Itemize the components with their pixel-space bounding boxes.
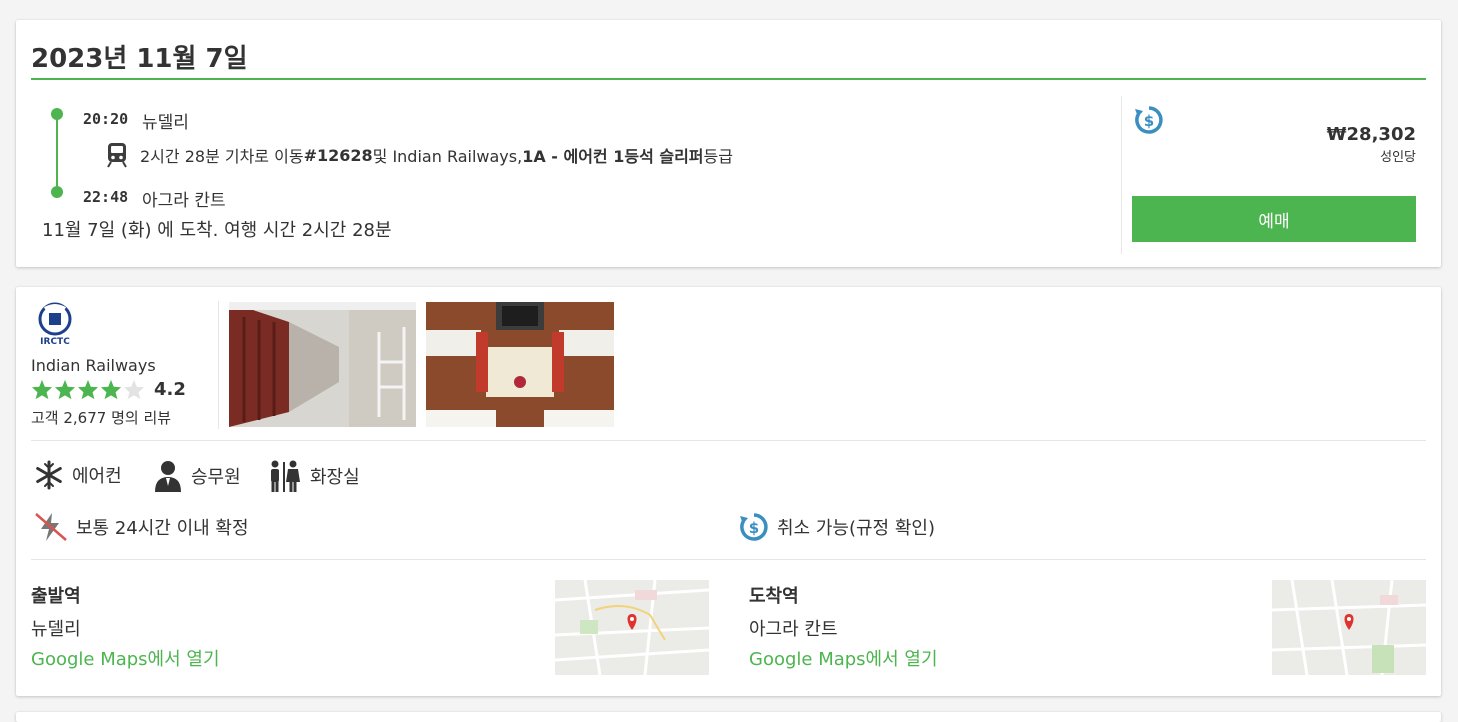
train-class-suffix: 등급 xyxy=(703,147,733,166)
irctc-logo: IRCTC xyxy=(35,301,75,351)
book-button[interactable]: 예매 xyxy=(1132,196,1416,242)
svg-text:IRCTC: IRCTC xyxy=(40,337,70,347)
rating-value: 4.2 xyxy=(154,379,186,400)
arrival-station: 아그라 칸트 xyxy=(142,191,226,211)
person-icon xyxy=(155,461,181,492)
arrival-map[interactable] xyxy=(1272,580,1426,675)
refund-icon[interactable]: $ xyxy=(1134,105,1164,139)
star-icon xyxy=(77,379,99,400)
amenity-attendant-label: 승무원 xyxy=(191,467,241,488)
refund-icon: $ xyxy=(740,513,768,541)
arrival-dot xyxy=(51,186,63,198)
rating-stars: 4.2 xyxy=(31,379,186,400)
departure-station-name: 뉴델리 xyxy=(31,619,81,640)
departure-station: 뉴델리 xyxy=(142,113,189,133)
star-empty-icon xyxy=(123,379,145,400)
timeline-line xyxy=(56,114,58,192)
review-count: 고객 2,677 명의 리뷰 xyxy=(31,409,172,427)
journey-card: 2023년 11월 7일 20:20 뉴델리 2시간 28분 기차로 이동 #1… xyxy=(16,20,1441,267)
arrival-note: 11월 7일 (화) 에 도착. 여행 시간 2시간 28분 xyxy=(42,220,392,241)
departure-dot xyxy=(51,108,63,120)
snowflake-icon xyxy=(36,460,62,490)
feature-cancellation: $ 취소 가능(규정 확인) xyxy=(739,512,935,542)
amenity-restroom-label: 화장실 xyxy=(310,467,360,488)
arrival-station-heading: 도착역 xyxy=(749,586,799,607)
departure-station-heading: 출발역 xyxy=(31,586,81,607)
train-photo-corridor[interactable] xyxy=(229,302,416,427)
operator-name: Indian Railways xyxy=(31,356,156,375)
amenity-attendant: 승무원 xyxy=(153,460,241,492)
section-divider xyxy=(31,440,1426,441)
train-info: 2시간 28분 기차로 이동 #12628 및 Indian Railways,… xyxy=(106,142,733,168)
star-icon xyxy=(54,379,76,400)
train-operator-text: 및 Indian Railways, xyxy=(372,147,523,166)
feature-confirmation: 보통 24시간 이내 확정 xyxy=(34,512,249,542)
confirmation-text: 보통 24시간 이내 확정 xyxy=(76,518,249,539)
price-unit: 성인당 xyxy=(1380,150,1416,165)
train-prefix: 2시간 28분 기차로 이동 xyxy=(140,147,304,166)
amenity-restroom: 화장실 xyxy=(266,460,360,492)
restroom-icon xyxy=(271,460,300,492)
amenity-ac: 에어컨 xyxy=(34,460,122,490)
price-divider xyxy=(1121,96,1122,254)
train-number: #12628 xyxy=(303,145,373,165)
arrival-map-link[interactable]: Google Maps에서 열기 xyxy=(749,645,938,671)
star-icon xyxy=(100,379,122,400)
departure-map-link[interactable]: Google Maps에서 열기 xyxy=(31,645,220,671)
train-photo-cabin[interactable] xyxy=(426,302,614,427)
train-icon xyxy=(107,143,127,168)
section-divider xyxy=(31,559,1426,560)
departure-time: 20:20 xyxy=(83,110,129,128)
operator-divider xyxy=(218,301,219,429)
date-divider xyxy=(31,78,1426,80)
svg-text:$: $ xyxy=(1144,112,1154,130)
no-instant-confirm-icon xyxy=(35,513,67,541)
arrival-station-name: 아그라 칸트 xyxy=(749,619,838,640)
amenity-ac-label: 에어컨 xyxy=(72,466,122,487)
train-class: 1A - 에어컨 1등석 슬리퍼 xyxy=(522,147,704,166)
journey-date: 2023년 11월 7일 xyxy=(31,44,248,74)
price: ₩28,302 xyxy=(1326,124,1416,145)
next-card xyxy=(16,712,1441,722)
details-card: IRCTC Indian Railways 4.2 고객 2,677 명의 리뷰 xyxy=(16,287,1441,696)
star-icon xyxy=(31,379,53,400)
cancellation-text: 취소 가능(규정 확인) xyxy=(777,518,935,539)
departure-map[interactable] xyxy=(555,580,709,675)
svg-text:$: $ xyxy=(749,519,759,537)
arrival-time: 22:48 xyxy=(83,188,129,206)
